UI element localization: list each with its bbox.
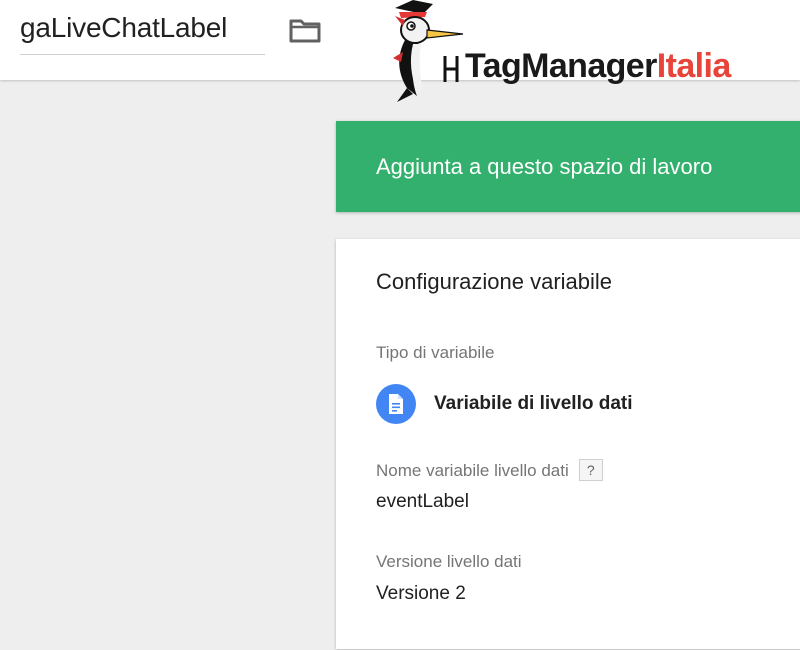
datalayer-version-value[interactable]: Versione 2	[376, 583, 466, 605]
folder-icon	[289, 19, 321, 43]
add-to-workspace-banner[interactable]: Aggiunta a questo spazio di lavoro	[336, 121, 800, 212]
datalayer-name-value[interactable]: eventLabel	[376, 491, 469, 513]
tagmanageritalia-logo: TagManagerItalia	[383, 0, 793, 104]
card-title: Configurazione variabile	[376, 269, 613, 294]
folder-button[interactable]	[287, 14, 323, 46]
woodpecker-mascot-icon	[393, 0, 464, 102]
datalayer-name-label-row: Nome variabile livello dati?	[376, 459, 603, 481]
variable-type-label: Tipo di variabile	[376, 343, 495, 362]
help-button[interactable]: ?	[578, 459, 603, 481]
variable-type-selector[interactable]: Variabile di livello dati	[376, 383, 633, 425]
brand-wordmark: TagManagerItalia	[465, 44, 731, 88]
brand-wordmark-part1: TagManager	[465, 47, 657, 85]
datalayer-name-label: Nome variabile livello dati	[376, 461, 569, 480]
variable-type-value: Variabile di livello dati	[434, 393, 633, 414]
variable-name-input[interactable]: gaLiveChatLabel	[20, 10, 265, 55]
datalayer-version-label: Versione livello dati	[376, 552, 522, 571]
brand-wordmark-part2: Italia	[656, 47, 731, 85]
document-icon	[376, 384, 416, 424]
variable-configuration-card: Configurazione variabile Tipo di variabi…	[336, 239, 800, 649]
